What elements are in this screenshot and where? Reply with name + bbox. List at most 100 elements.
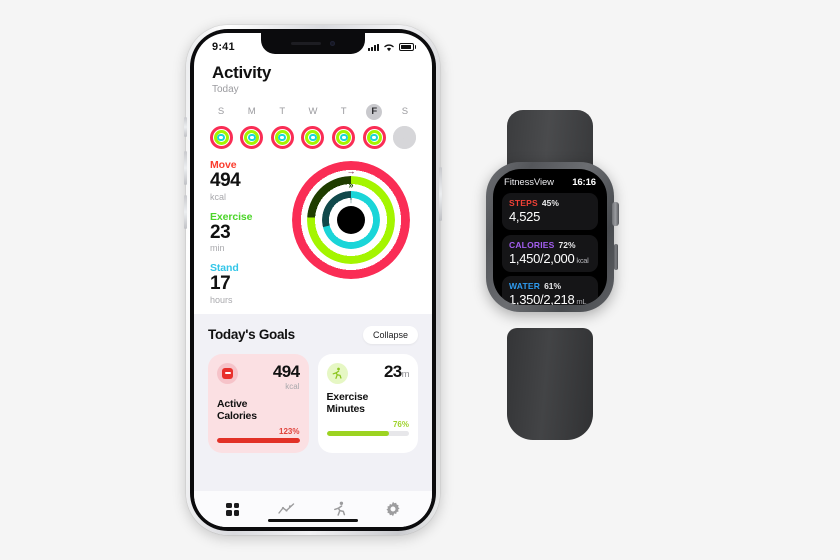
- volume-down-button[interactable]: [184, 195, 187, 229]
- calories-badge-icon: [222, 367, 233, 379]
- day-mini-rings: [301, 126, 325, 149]
- status-indicators: [367, 43, 416, 52]
- phone-status-bar: 9:41: [194, 33, 432, 57]
- day-letter: S: [401, 106, 409, 117]
- move-ring-arrow-icon: →: [346, 165, 356, 176]
- dashboard-grid-icon: [226, 502, 240, 516]
- watch-metric-label: STEPS: [509, 198, 538, 208]
- watch-metric-value: 4,525: [509, 209, 541, 224]
- activity-stats-list: Move 494 kcal Exercise 23 min Stand 17 hours: [210, 159, 286, 314]
- day-letter: W: [308, 106, 318, 117]
- battery-icon: [399, 43, 416, 51]
- apple-watch-device: FitnessView 16:16 STEPS 45% 4,525 CALORIES 7…: [470, 110, 630, 440]
- status-time: 9:41: [212, 41, 235, 53]
- day-letter: F: [366, 104, 383, 120]
- week-day-2[interactable]: T: [269, 104, 295, 149]
- day-mini-rings: [270, 126, 294, 149]
- goal-card-unit: kcal: [285, 381, 300, 391]
- day-letter: S: [217, 106, 225, 117]
- watch-metric-value: 1,350/2,218 mL: [509, 292, 587, 305]
- watch-metric-water[interactable]: WATER 61% 1,350/2,218 mL: [502, 276, 598, 305]
- scene: 9:41 Activity Today S M T W T F S Move 494 kca…: [0, 0, 840, 560]
- side-button[interactable]: [613, 244, 618, 270]
- rings-center: [337, 206, 365, 234]
- stat-unit: min: [210, 243, 225, 254]
- volume-up-button[interactable]: [184, 151, 187, 185]
- watch-band-bottom: [507, 328, 593, 440]
- goal-card-figure: 494 kcal: [273, 363, 300, 391]
- workout-runner-icon: [334, 501, 346, 516]
- goals-header: Today's Goals Collapse: [208, 325, 418, 344]
- week-day-1[interactable]: M: [239, 104, 265, 149]
- day-mini-rings: [209, 126, 233, 149]
- week-day-0[interactable]: S: [208, 104, 234, 149]
- watch-metric-header: CALORIES 72%: [509, 240, 591, 250]
- app-header: Activity Today: [194, 57, 432, 95]
- stat-stand: Stand 17 hours: [210, 262, 286, 305]
- stand-ring-arrow-icon: ↑: [348, 195, 354, 205]
- watch-app-name: FitnessView: [504, 177, 554, 188]
- stat-move: Move 494 kcal: [210, 159, 286, 202]
- iphone-device: 9:41 Activity Today S M T W T F S Move 494 kca…: [184, 25, 442, 535]
- tab-dashboard[interactable]: [224, 501, 241, 518]
- watch-metric-value: 1,450/2,000 kcal: [509, 250, 589, 266]
- day-mini-rings: [240, 126, 264, 149]
- settings-gear-icon: [386, 501, 400, 517]
- stat-unit: kcal: [210, 191, 227, 202]
- watch-metric-label: CALORIES: [509, 239, 555, 250]
- stat-label: Exercise: [210, 210, 253, 223]
- goal-card-exercise-minutes[interactable]: 23m Exercise Minutes 76%: [317, 353, 418, 454]
- day-letter: T: [340, 106, 347, 117]
- watch-metric-header: WATER 61%: [509, 281, 591, 291]
- tab-settings[interactable]: [385, 501, 402, 518]
- watch-header: FitnessView 16:16: [502, 177, 598, 193]
- silent-switch[interactable]: [184, 117, 187, 137]
- exercise-ring-arrow-icon: »: [348, 180, 354, 190]
- digital-crown[interactable]: [612, 202, 619, 226]
- week-day-4[interactable]: T: [331, 104, 357, 149]
- goals-title: Today's Goals: [208, 327, 295, 343]
- activity-rings-container[interactable]: → » ↑: [286, 159, 416, 279]
- goal-card-percent: 76%: [392, 420, 409, 430]
- trends-chart-icon: [278, 503, 294, 514]
- stat-value: 23: [210, 221, 231, 243]
- stat-unit: hours: [210, 294, 233, 305]
- page-subtitle: Today: [212, 84, 239, 95]
- day-letter: M: [247, 106, 256, 117]
- watch-metric-calories[interactable]: CALORIES 72% 1,450/2,000 kcal: [502, 234, 598, 272]
- week-strip: SMTWTFS: [194, 95, 432, 149]
- collapse-button[interactable]: Collapse: [362, 325, 418, 344]
- goal-card-value: 23m: [383, 361, 410, 381]
- watch-time: 16:16: [572, 177, 596, 188]
- watch-case: FitnessView 16:16 STEPS 45% 4,525 CALORIES 7…: [486, 162, 619, 312]
- running-figure-icon: [332, 367, 342, 379]
- goal-card-icon: [326, 362, 348, 384]
- wifi-icon: [384, 43, 394, 51]
- goal-card-figure: 23m: [383, 361, 410, 381]
- watch-metrics-list: STEPS 45% 4,525 CALORIES 72% 1,450/2,000 kcal W…: [502, 193, 598, 305]
- tab-trends[interactable]: [278, 501, 295, 518]
- goal-card-percent: 123%: [279, 427, 300, 437]
- phone-screen: 9:41 Activity Today S M T W T F S Move 494 kca…: [194, 33, 432, 527]
- goal-card-active-calories[interactable]: 494 kcal Active Calories 123%: [208, 353, 309, 454]
- week-day-5[interactable]: F: [361, 104, 387, 149]
- week-day-6[interactable]: S: [392, 104, 418, 149]
- tab-workout[interactable]: [331, 501, 348, 518]
- watch-metric-steps[interactable]: STEPS 45% 4,525: [502, 193, 598, 230]
- stat-exercise: Exercise 23 min: [210, 211, 286, 254]
- activity-rings[interactable]: → » ↑: [292, 161, 410, 279]
- week-day-3[interactable]: W: [300, 104, 326, 149]
- goal-card-icon: [217, 362, 238, 384]
- day-mini-rings: [393, 126, 417, 149]
- watch-metric-header: STEPS 45%: [509, 198, 591, 208]
- day-letter: T: [279, 106, 286, 117]
- watch-metric-percent: 61%: [544, 281, 562, 291]
- goal-card-progress: [326, 431, 409, 437]
- watch-metric-percent: 45%: [541, 198, 559, 208]
- stat-value: 17: [210, 273, 231, 295]
- home-indicator[interactable]: [268, 518, 358, 522]
- goal-card-progress: [217, 438, 300, 444]
- power-button[interactable]: [439, 167, 442, 221]
- stat-value: 494: [210, 170, 241, 191]
- goal-card-top: 494 kcal: [217, 362, 300, 391]
